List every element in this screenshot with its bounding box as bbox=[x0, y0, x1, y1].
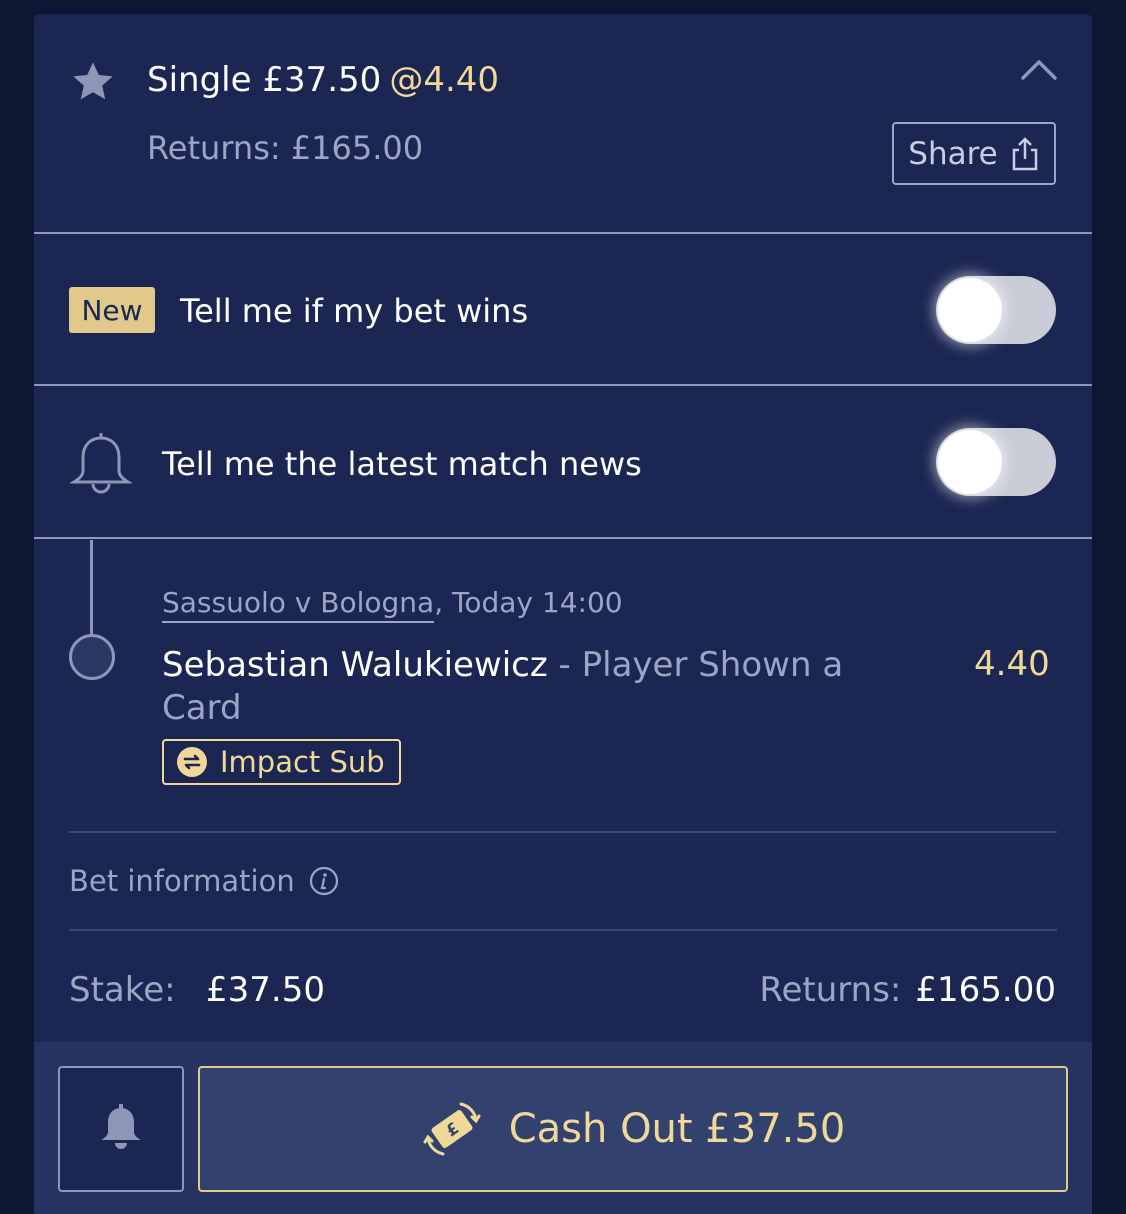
selection-description: Sebastian Walukiewicz - Player Shown a C… bbox=[162, 644, 892, 730]
bet-odds: @4.40 bbox=[389, 60, 500, 100]
bet-wins-label: Tell me if my bet wins bbox=[180, 292, 529, 330]
new-badge: New bbox=[69, 287, 155, 333]
divider bbox=[69, 831, 1057, 833]
event-link[interactable]: Sassuolo v Bologna bbox=[162, 586, 435, 623]
event-info: Sassuolo v Bologna, Today 14:00 bbox=[162, 586, 623, 623]
stake-value: £37.50 bbox=[206, 970, 325, 1010]
match-news-toggle[interactable] bbox=[936, 428, 1056, 496]
bet-card: Single £37.50 @4.40 Returns: £165.00 Shar… bbox=[34, 14, 1092, 1214]
impact-sub-label: Impact Sub bbox=[220, 745, 385, 779]
bet-title: Single £37.50 @4.40 bbox=[147, 60, 499, 100]
bet-information-link[interactable]: Bet information bbox=[69, 864, 339, 898]
stake-label: Stake: bbox=[69, 970, 176, 1010]
event-time: , Today 14:00 bbox=[434, 586, 623, 619]
selection-player: Sebastian Walukiewicz bbox=[162, 645, 548, 685]
divider bbox=[34, 384, 1092, 386]
star-icon[interactable] bbox=[69, 58, 117, 106]
share-label: Share bbox=[908, 135, 998, 172]
divider bbox=[34, 537, 1092, 539]
swap-icon bbox=[177, 747, 207, 777]
chevron-up-icon[interactable] bbox=[1019, 54, 1059, 84]
notification-bell-button[interactable] bbox=[58, 1066, 184, 1192]
returns-summary: Returns: £165.00 bbox=[759, 970, 1056, 1010]
info-icon bbox=[309, 866, 338, 896]
divider bbox=[34, 232, 1092, 234]
bet-type-stake: Single £37.50 bbox=[147, 60, 382, 100]
share-button[interactable]: Share bbox=[892, 122, 1056, 185]
toggle-knob bbox=[938, 278, 1002, 342]
cash-out-label: Cash Out £37.50 bbox=[508, 1106, 846, 1152]
returns-label: Returns: bbox=[759, 970, 902, 1010]
bet-information-label: Bet information bbox=[69, 864, 295, 898]
match-news-label: Tell me the latest match news bbox=[162, 445, 642, 483]
cash-out-icon: £ bbox=[423, 1102, 481, 1156]
divider bbox=[69, 929, 1057, 931]
bell-icon bbox=[101, 1104, 141, 1149]
impact-sub-badge: Impact Sub bbox=[162, 739, 401, 785]
cash-out-button[interactable]: £ Cash Out £37.50 bbox=[198, 1066, 1068, 1192]
selection-odds: 4.40 bbox=[974, 644, 1050, 684]
bet-wins-toggle[interactable] bbox=[936, 276, 1056, 344]
potential-returns: Returns: £165.00 bbox=[147, 129, 424, 167]
share-icon bbox=[1012, 136, 1037, 170]
returns-value: £165.00 bbox=[915, 970, 1056, 1010]
timeline-dot bbox=[69, 634, 115, 680]
timeline-line bbox=[90, 540, 93, 636]
toggle-knob bbox=[938, 430, 1002, 494]
bell-icon bbox=[70, 433, 132, 494]
